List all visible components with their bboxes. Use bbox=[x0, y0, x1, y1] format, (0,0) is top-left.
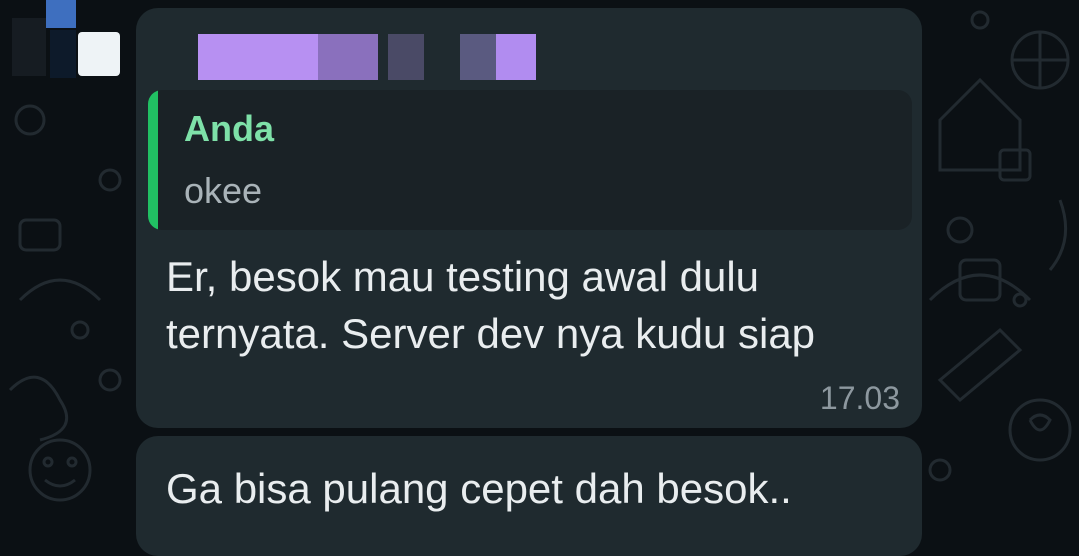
sender-avatar[interactable] bbox=[0, 0, 130, 90]
redaction-block bbox=[198, 34, 318, 80]
quoted-message-text: okee bbox=[184, 170, 263, 211]
redaction-block bbox=[388, 34, 424, 80]
message-bubble[interactable]: Ga bisa pulang cepet dah besok.. bbox=[136, 436, 922, 556]
sender-name-redacted bbox=[198, 34, 536, 80]
message-text: Er, besok mau testing awal dulu ternyata… bbox=[166, 253, 816, 357]
avatar-redacted-block bbox=[50, 30, 76, 78]
avatar-redacted-block bbox=[46, 0, 76, 28]
quoted-reply[interactable]: Anda okee bbox=[148, 90, 912, 230]
message-bubble[interactable]: Anda okee Er, besok mau testing awal dul… bbox=[136, 8, 922, 428]
quoted-sender-name: Anda bbox=[184, 108, 274, 149]
redaction-block bbox=[460, 34, 496, 80]
message-text: Ga bisa pulang cepet dah besok.. bbox=[166, 465, 792, 512]
quote-accent-bar bbox=[148, 90, 158, 230]
redaction-block bbox=[496, 34, 536, 80]
avatar-redacted-block bbox=[78, 32, 120, 76]
message-timestamp: 17.03 bbox=[819, 380, 900, 416]
avatar-redacted-block bbox=[12, 18, 46, 76]
redaction-block bbox=[318, 34, 378, 80]
